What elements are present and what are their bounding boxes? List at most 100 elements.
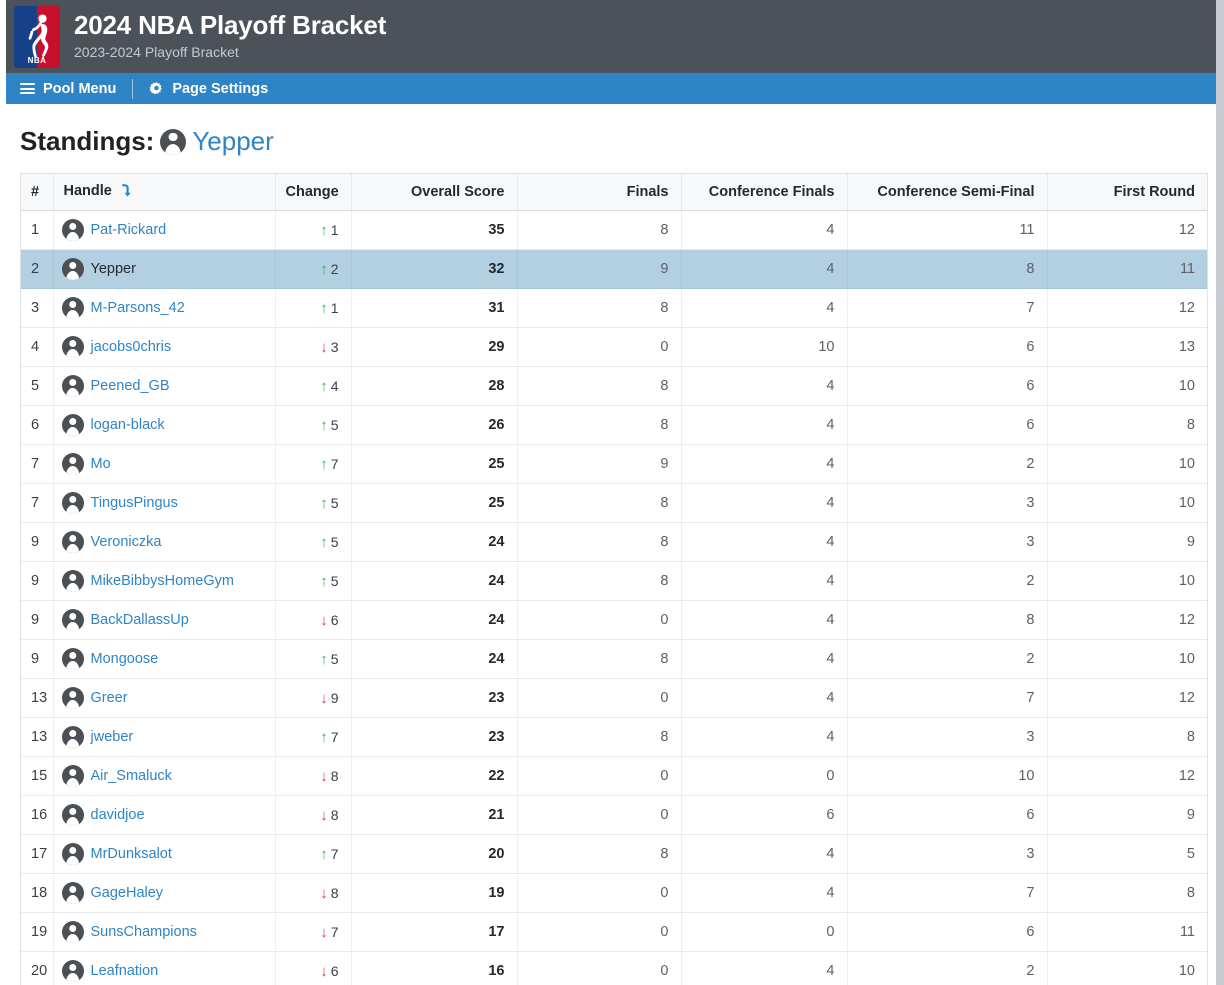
cell-handle: MrDunksalot xyxy=(53,834,276,874)
change-value: 5 xyxy=(330,533,339,550)
arrow-up-icon: ↑ xyxy=(320,572,328,590)
table-row[interactable]: 9 Veroniczka ↑ 5 24 8 4 3 9 xyxy=(21,522,1207,562)
avatar-icon xyxy=(61,609,84,631)
table-row[interactable]: 9 BackDallassUp ↓ 6 24 0 4 8 12 xyxy=(21,600,1207,640)
cell-rank: 19 xyxy=(21,912,54,952)
standings-table-container: # Handle Change Overall Score Finals Con… xyxy=(20,173,1208,985)
arrow-down-icon: ↓ xyxy=(320,884,328,902)
table-row[interactable]: 13 Greer ↓ 9 23 0 4 7 12 xyxy=(21,678,1207,718)
pool-menu-button[interactable]: Pool Menu xyxy=(20,73,116,104)
cell-conference-semi-final: 6 xyxy=(847,912,1048,952)
cell-overall-score: 25 xyxy=(351,483,518,523)
column-header-conference-finals[interactable]: Conference Finals xyxy=(681,174,848,211)
handle-link[interactable]: jacobs0chris xyxy=(91,339,172,355)
table-row[interactable]: 1 Pat-Rickard ↑ 1 35 8 4 11 12 xyxy=(21,210,1207,250)
column-header-rank[interactable]: # xyxy=(21,174,54,211)
avatar-icon xyxy=(160,128,187,155)
handle-link[interactable]: Leafnation xyxy=(91,963,159,979)
cell-change: ↑ 5 xyxy=(275,405,352,445)
change-value: 5 xyxy=(330,572,339,589)
cell-overall-score: 24 xyxy=(351,639,518,679)
page-settings-button[interactable]: Page Settings xyxy=(149,73,268,104)
handle-link[interactable]: Veroniczka xyxy=(91,534,162,550)
table-row[interactable]: 9 MikeBibbysHomeGym ↑ 5 24 8 4 2 10 xyxy=(21,561,1207,601)
pool-menu-label: Pool Menu xyxy=(43,80,117,97)
handle-link[interactable]: GageHaley xyxy=(91,885,164,901)
handle-link[interactable]: Peened_GB xyxy=(91,378,170,394)
table-row[interactable]: 20 Leafnation ↓ 6 16 0 4 2 10 xyxy=(21,951,1207,985)
table-row[interactable]: 9 Mongoose ↑ 5 24 8 4 2 10 xyxy=(21,639,1207,679)
arrow-up-icon: ↑ xyxy=(320,650,328,668)
hamburger-icon xyxy=(20,83,35,94)
cell-rank: 13 xyxy=(21,717,54,757)
avatar-icon xyxy=(61,570,84,592)
handle-link[interactable]: MrDunksalot xyxy=(91,846,172,862)
nba-logo-word: NBA xyxy=(27,55,47,65)
handle-link[interactable]: SunsChampions xyxy=(91,924,197,940)
column-header-handle[interactable]: Handle xyxy=(53,174,276,211)
avatar-icon xyxy=(61,258,84,280)
cell-overall-score: 28 xyxy=(351,366,518,406)
column-header-conference-semi-final[interactable]: Conference Semi-Final xyxy=(847,174,1048,211)
handle-link[interactable]: Air_Smaluck xyxy=(91,768,172,784)
handle-link[interactable]: TingusPingus xyxy=(91,495,178,511)
cell-rank: 1 xyxy=(21,210,54,250)
cell-finals: 8 xyxy=(517,639,682,679)
cell-conference-finals: 4 xyxy=(681,639,848,679)
column-header-first-round[interactable]: First Round xyxy=(1047,174,1207,211)
cell-first-round: 9 xyxy=(1047,522,1207,562)
table-row[interactable]: 4 jacobs0chris ↓ 3 29 0 10 6 13 xyxy=(21,327,1207,367)
handle-link[interactable]: MikeBibbysHomeGym xyxy=(91,573,234,589)
handle-link[interactable]: M-Parsons_42 xyxy=(91,300,185,316)
standings-table: # Handle Change Overall Score Finals Con… xyxy=(21,174,1207,985)
handle-link[interactable]: Pat-Rickard xyxy=(91,222,167,238)
table-row[interactable]: 15 Air_Smaluck ↓ 8 22 0 0 10 12 xyxy=(21,756,1207,796)
cell-rank: 18 xyxy=(21,873,54,913)
table-row[interactable]: 6 logan-black ↑ 5 26 8 4 6 8 xyxy=(21,405,1207,445)
column-header-change[interactable]: Change xyxy=(275,174,352,211)
cell-handle: BackDallassUp xyxy=(53,600,276,640)
change-value: 7 xyxy=(330,455,339,472)
column-header-finals[interactable]: Finals xyxy=(517,174,682,211)
cell-conference-finals: 4 xyxy=(681,210,848,250)
handle-link[interactable]: Mongoose xyxy=(91,651,159,667)
cell-conference-semi-final: 11 xyxy=(847,210,1048,250)
table-row[interactable]: 2 Yepper ↑ 2 32 9 4 8 11 xyxy=(21,249,1207,289)
change-value: 8 xyxy=(330,884,339,901)
cell-change: ↓ 8 xyxy=(275,756,352,796)
handle-link[interactable]: Mo xyxy=(91,456,111,472)
cell-finals: 8 xyxy=(517,561,682,601)
handle-link[interactable]: jweber xyxy=(91,729,134,745)
cell-rank: 15 xyxy=(21,756,54,796)
table-row[interactable]: 7 Mo ↑ 7 25 9 4 2 10 xyxy=(21,444,1207,484)
cell-first-round: 10 xyxy=(1047,951,1207,985)
standings-user-link[interactable]: Yepper xyxy=(192,126,273,157)
avatar-icon xyxy=(61,414,84,436)
cell-conference-finals: 4 xyxy=(681,561,848,601)
arrow-up-icon: ↑ xyxy=(320,728,328,746)
handle-link[interactable]: logan-black xyxy=(91,417,165,433)
column-header-overall-score[interactable]: Overall Score xyxy=(351,174,518,211)
cell-rank: 4 xyxy=(21,327,54,367)
table-row[interactable]: 19 SunsChampions ↓ 7 17 0 0 6 11 xyxy=(21,912,1207,952)
cell-conference-finals: 10 xyxy=(681,327,848,367)
handle-link[interactable]: Yepper xyxy=(91,261,136,277)
handle-link[interactable]: davidjoe xyxy=(91,807,145,823)
cell-overall-score: 19 xyxy=(351,873,518,913)
table-row[interactable]: 16 davidjoe ↓ 8 21 0 6 6 9 xyxy=(21,795,1207,835)
cell-handle: SunsChampions xyxy=(53,912,276,952)
handle-link[interactable]: Greer xyxy=(91,690,128,706)
table-row[interactable]: 5 Peened_GB ↑ 4 28 8 4 6 10 xyxy=(21,366,1207,406)
table-row[interactable]: 7 TingusPingus ↑ 5 25 8 4 3 10 xyxy=(21,483,1207,523)
cell-conference-finals: 4 xyxy=(681,444,848,484)
arrow-up-icon: ↑ xyxy=(320,416,328,434)
table-row[interactable]: 17 MrDunksalot ↑ 7 20 8 4 3 5 xyxy=(21,834,1207,874)
table-row[interactable]: 18 GageHaley ↓ 8 19 0 4 7 8 xyxy=(21,873,1207,913)
table-row[interactable]: 3 M-Parsons_42 ↑ 1 31 8 4 7 12 xyxy=(21,288,1207,328)
avatar-icon xyxy=(61,726,84,748)
change-value: 6 xyxy=(330,962,339,979)
handle-link[interactable]: BackDallassUp xyxy=(91,612,189,628)
table-row[interactable]: 13 jweber ↑ 7 23 8 4 3 8 xyxy=(21,717,1207,757)
cell-change: ↑ 5 xyxy=(275,561,352,601)
cell-first-round: 11 xyxy=(1047,249,1207,289)
